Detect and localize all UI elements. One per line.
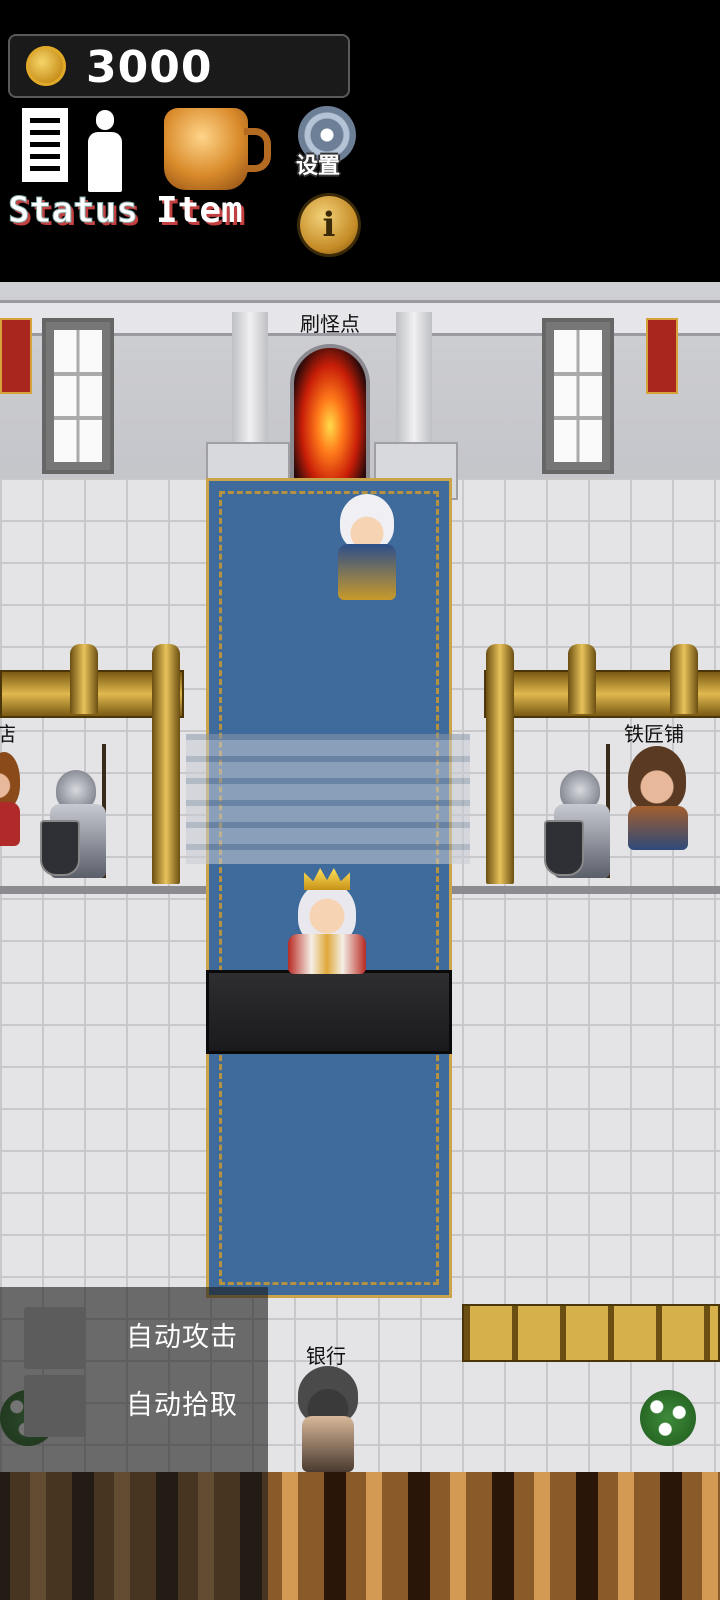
- document-icon: [22, 108, 68, 182]
- potted-plant: [640, 1390, 696, 1446]
- auto-controls-panel: 自动攻击 自动拾取: [0, 1287, 268, 1600]
- coin-amount: 3000: [86, 42, 213, 93]
- item-button[interactable]: Item: [152, 104, 276, 232]
- status-button[interactable]: Status: [7, 104, 139, 232]
- coin-counter: 3000: [8, 34, 350, 98]
- railing-post: [670, 644, 698, 714]
- bank-label: 银行: [306, 1344, 346, 1368]
- castle-window: [542, 318, 614, 474]
- crown-icon: [304, 868, 350, 890]
- auto-attack-label: 自动攻击: [126, 1322, 238, 1353]
- banker-npc[interactable]: [292, 1366, 364, 1476]
- knight-guard: [544, 744, 618, 880]
- railing-post: [568, 644, 596, 714]
- ledge: [452, 886, 720, 894]
- black-counter: [206, 970, 452, 1054]
- settings-label: 设置: [296, 154, 341, 179]
- auto-pickup-toggle[interactable]: 自动拾取: [0, 1369, 268, 1437]
- shop-npc-left[interactable]: [0, 742, 24, 852]
- red-banner: [0, 318, 32, 394]
- blacksmith-npc[interactable]: [624, 746, 694, 856]
- top-hud: 3000 Status Item 设置 i: [0, 0, 720, 280]
- railing-post: [70, 644, 98, 714]
- blacksmith-label: 铁匠铺: [624, 722, 684, 746]
- auto-pickup-label: 自动拾取: [126, 1390, 238, 1421]
- auto-attack-toggle[interactable]: 自动攻击: [0, 1301, 268, 1369]
- shop-npc-left-label: 店: [0, 722, 16, 746]
- settings-button[interactable]: 设置: [292, 104, 364, 182]
- railing-post: [486, 644, 514, 884]
- monster-spawn-portal[interactable]: [290, 344, 370, 482]
- king-npc[interactable]: [288, 868, 368, 978]
- knight-guard: [40, 744, 114, 880]
- stairs: [186, 734, 470, 864]
- railing-post: [152, 644, 180, 884]
- spawn-point-label: 刷怪点: [300, 312, 360, 336]
- player-character[interactable]: [332, 494, 402, 604]
- castle-window: [42, 318, 114, 474]
- person-icon: [86, 110, 124, 192]
- item-label: Item: [156, 190, 243, 231]
- info-icon: i: [322, 205, 336, 245]
- coin-icon: [26, 46, 66, 86]
- info-button[interactable]: i: [300, 196, 358, 254]
- status-label: Status: [7, 190, 139, 232]
- red-banner: [646, 318, 678, 394]
- mug-icon: [164, 108, 271, 190]
- auto-pickup-checkbox[interactable]: [24, 1375, 86, 1437]
- lower-golden-railing: [462, 1304, 720, 1362]
- auto-attack-checkbox[interactable]: [24, 1307, 86, 1369]
- ledge: [0, 886, 206, 894]
